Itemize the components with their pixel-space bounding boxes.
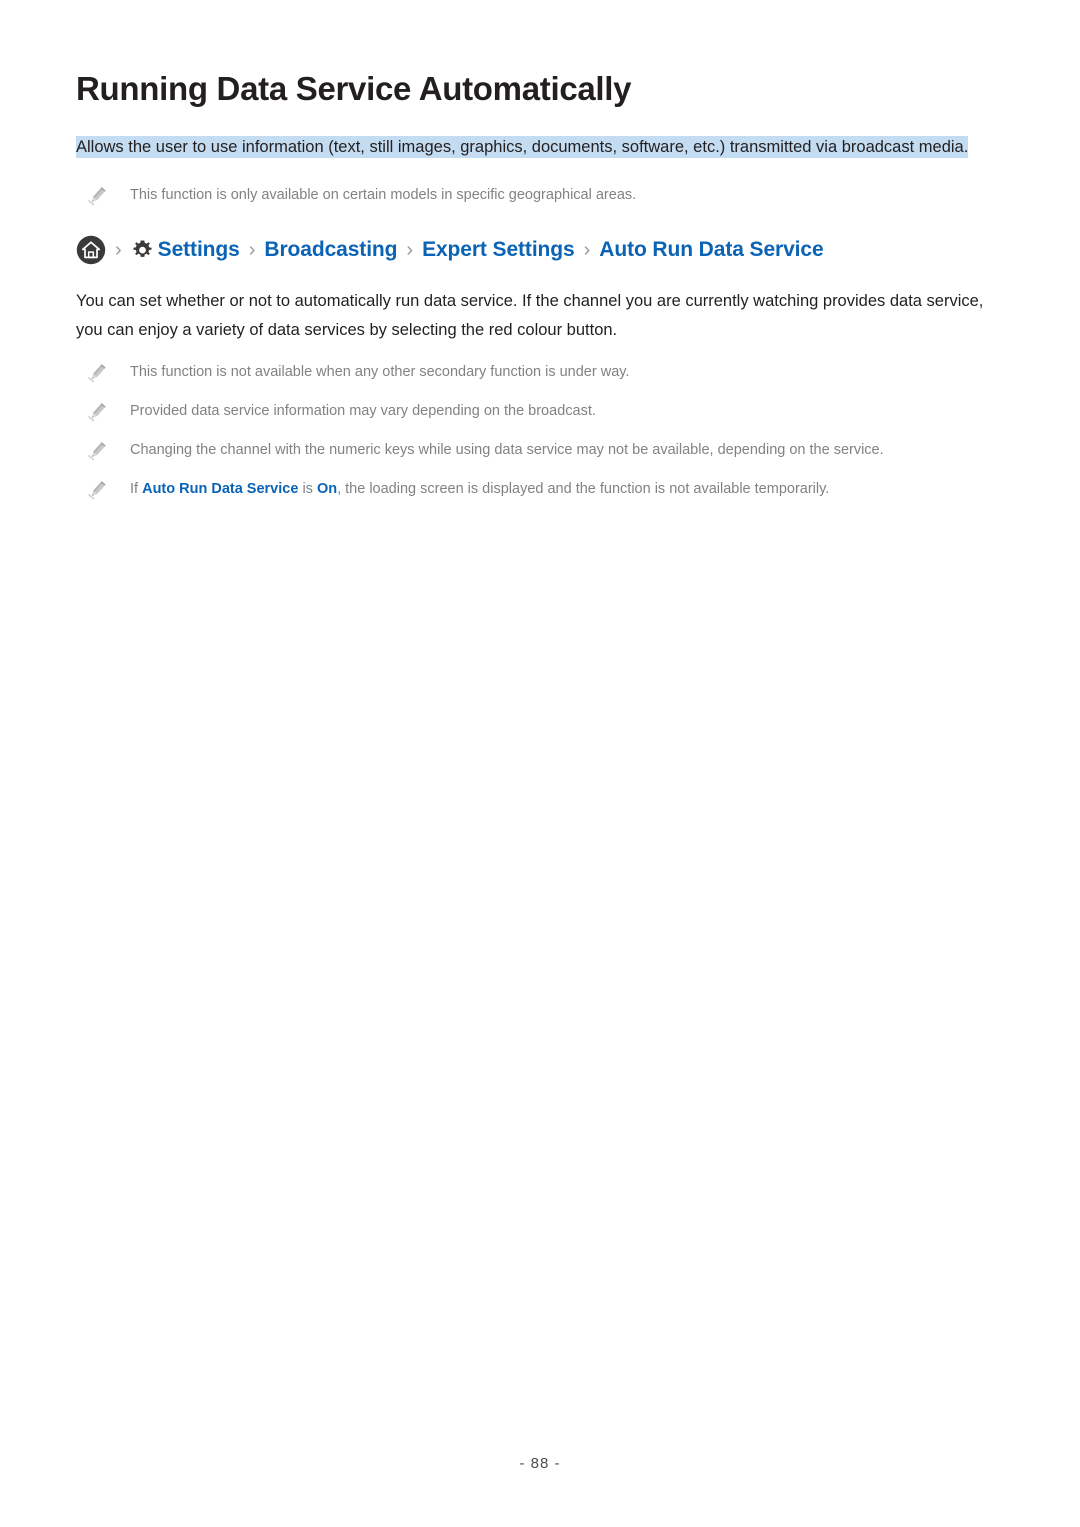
note-item: Provided data service information may va…	[76, 400, 1004, 423]
breadcrumb-item-auto-run-data-service[interactable]: Auto Run Data Service	[599, 237, 823, 263]
note-text-inline: If Auto Run Data Service is On, the load…	[130, 478, 829, 500]
note-item: This function is not available when any …	[76, 361, 1004, 384]
breadcrumb-item-settings[interactable]: Settings	[158, 237, 240, 263]
pencil-icon	[86, 185, 108, 207]
gear-icon[interactable]	[131, 239, 154, 262]
highlighted-text: Allows the user to use information (text…	[76, 136, 969, 158]
page-number: - 88 -	[519, 1455, 561, 1472]
note-text: Provided data service information may va…	[130, 403, 596, 419]
breadcrumb-separator: ›	[248, 239, 256, 261]
note-term-auto-run-data-service: Auto Run Data Service	[142, 481, 299, 497]
note-term-on: On	[316, 481, 338, 497]
pencil-icon	[86, 362, 108, 384]
note-item: If Auto Run Data Service is On, the load…	[76, 478, 1004, 501]
pencil-icon	[86, 440, 108, 462]
pencil-icon	[86, 479, 108, 501]
body-paragraph: You can set whether or not to automatica…	[76, 292, 984, 339]
note-item: This function is only available on certa…	[76, 184, 1004, 207]
intro-paragraph: Allows the user to use information (text…	[76, 132, 998, 162]
note-suffix: , the loading screen is displayed and th…	[337, 481, 830, 497]
pencil-icon	[86, 401, 108, 423]
note-text: This function is not available when any …	[130, 364, 630, 380]
note-text: Changing the channel with the numeric ke…	[130, 442, 884, 458]
home-icon[interactable]	[76, 235, 106, 265]
breadcrumb: › Settings › Broadcasting › Expert Setti…	[76, 233, 1004, 267]
breadcrumb-separator: ›	[583, 239, 591, 261]
breadcrumb-separator: ›	[406, 239, 414, 261]
note-text: This function is only available on certa…	[130, 187, 637, 203]
breadcrumb-separator: ›	[115, 239, 122, 261]
note-middle: is	[298, 481, 317, 497]
breadcrumb-item-expert-settings[interactable]: Expert Settings	[422, 237, 575, 263]
note-item: Changing the channel with the numeric ke…	[76, 439, 1004, 462]
document-page: Running Data Service Automatically Allow…	[0, 0, 1080, 1527]
breadcrumb-item-broadcasting[interactable]: Broadcasting	[264, 237, 397, 263]
note-prefix: If	[130, 481, 143, 497]
page-title: Running Data Service Automatically	[76, 70, 632, 107]
